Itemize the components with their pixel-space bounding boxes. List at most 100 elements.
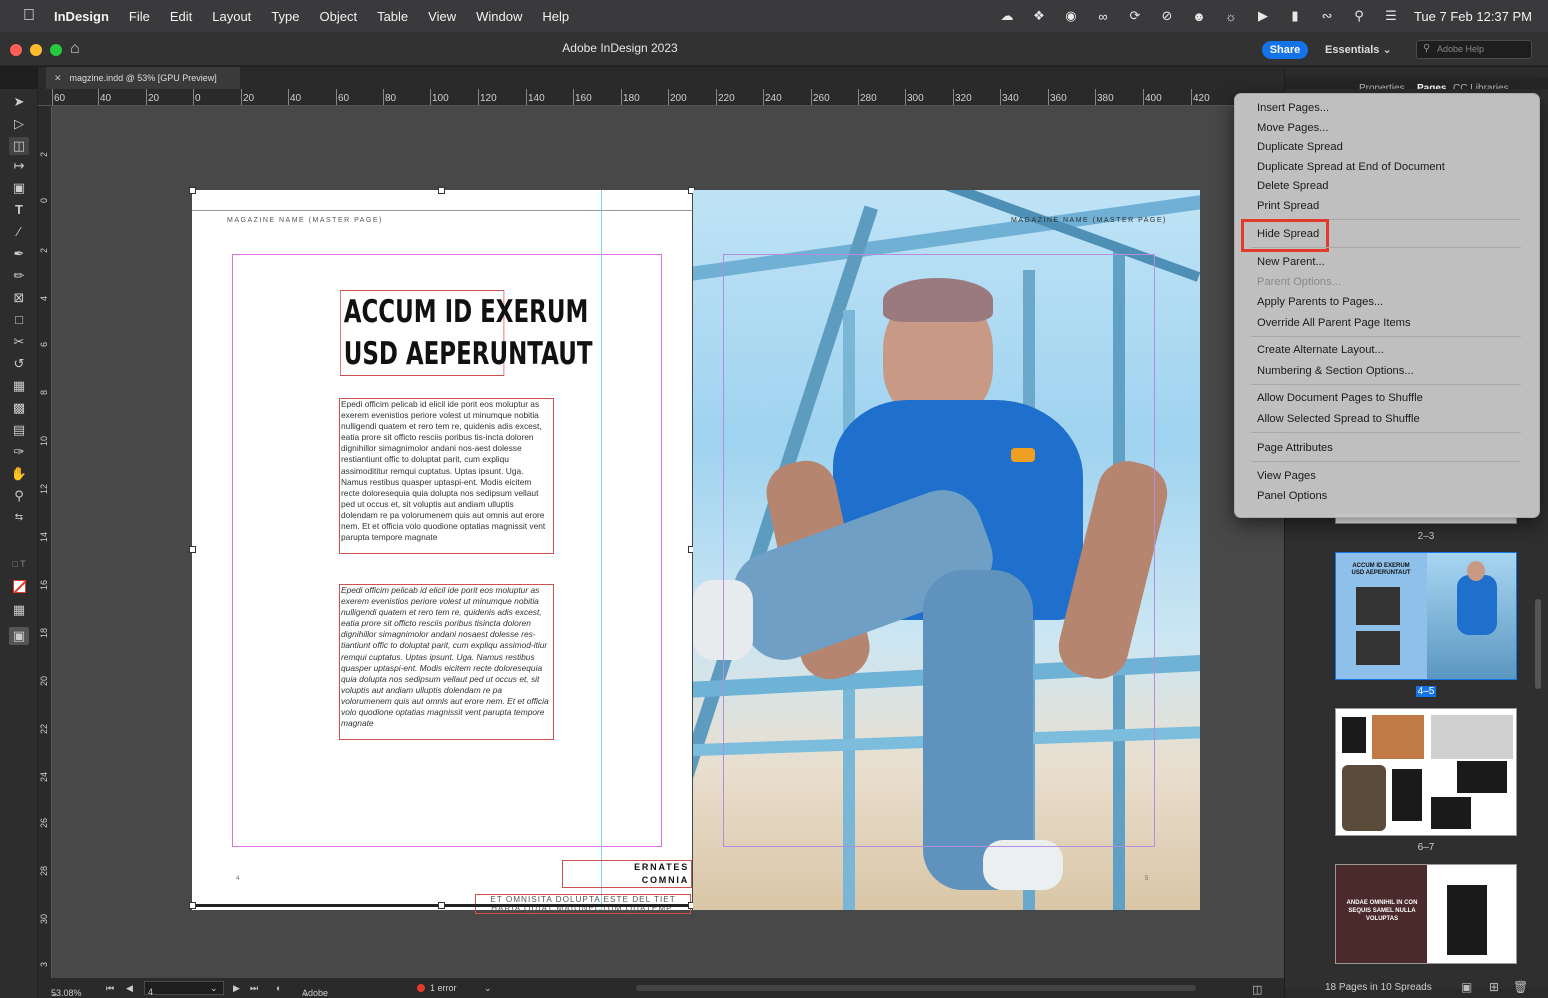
spread-label-2-3[interactable]: 2–3 <box>1335 531 1517 542</box>
right-running-header[interactable]: MAGAZINE NAME (MASTER PAGE) <box>1011 217 1167 224</box>
pages-panel-scrollbar[interactable] <box>1535 599 1541 689</box>
weather-icon[interactable]: ☼ <box>1222 8 1240 24</box>
menu-view[interactable]: View <box>418 9 466 24</box>
page-tool-icon[interactable]: ◫ <box>9 137 29 155</box>
body-text-frame-1[interactable]: Epedi officim pelicab id elicil ide pori… <box>339 398 554 554</box>
gap-tool-icon[interactable]: ↦ <box>9 157 29 175</box>
search-icon[interactable]: ⚲ <box>1350 8 1368 24</box>
open-page-icon[interactable]: ◐ <box>276 983 281 993</box>
type-tool-icon[interactable]: T <box>9 201 29 219</box>
preflight-errors[interactable]: 1 error <box>430 983 457 993</box>
right-page-number[interactable]: 5 <box>1145 876 1148 882</box>
share-button[interactable]: Share <box>1262 41 1308 59</box>
pen-tool-icon[interactable]: ✒ <box>9 245 29 263</box>
menu-item-move-pages[interactable]: Move Pages... <box>1257 122 1329 134</box>
close-tab-icon[interactable]: ✕ <box>54 73 62 83</box>
menu-object[interactable]: Object <box>310 9 368 24</box>
swap-colors-icon[interactable]: ⇆ <box>9 509 29 527</box>
eyedropper-tool-icon[interactable]: ✑ <box>9 443 29 461</box>
gradient-feather-icon[interactable]: ▩ <box>9 399 29 417</box>
adobe-help-search[interactable]: ⚲ Adobe Help <box>1416 40 1532 59</box>
menu-item-allow-document-shuffle[interactable]: Allow Document Pages to Shuffle <box>1257 392 1423 404</box>
menu-item-panel-options[interactable]: Panel Options <box>1257 490 1327 502</box>
sync-icon[interactable]: ⟳ <box>1126 8 1144 24</box>
selection-tool-icon[interactable]: ➤ <box>9 93 29 111</box>
formatting-affects-icon[interactable]: □ T <box>9 555 29 573</box>
last-page-icon[interactable]: ⏭ <box>250 983 258 994</box>
spread-thumbnail-4-5[interactable]: ACCUM ID EXERUM USD AEPERUNTAUT <box>1335 552 1517 680</box>
menu-type[interactable]: Type <box>261 9 309 24</box>
pencil-tool-icon[interactable]: ✏ <box>9 267 29 285</box>
user-icon[interactable]: ☻ <box>1190 8 1208 24</box>
rectangle-tool-icon[interactable]: □ <box>9 311 29 329</box>
menu-item-hide-spread[interactable]: Hide Spread <box>1257 228 1319 240</box>
selection-handle[interactable] <box>189 902 196 909</box>
menu-item-override-parent-items[interactable]: Override All Parent Page Items <box>1257 317 1411 329</box>
globe-icon[interactable]: ◉ <box>1062 8 1080 24</box>
spread-thumbnail-6-7[interactable] <box>1335 708 1517 836</box>
next-page-icon[interactable]: ▶ <box>233 983 240 994</box>
spread-label-6-7[interactable]: 6–7 <box>1335 842 1517 853</box>
menu-item-delete-spread[interactable]: Delete Spread <box>1257 180 1329 192</box>
menu-item-view-pages[interactable]: View Pages <box>1257 470 1316 482</box>
document-canvas[interactable]: MAGAZINE NAME (MASTER PAGE) ACCUM ID EXE… <box>52 106 1284 978</box>
menu-app-name[interactable]: InDesign <box>44 9 119 24</box>
menu-item-print-spread[interactable]: Print Spread <box>1257 200 1319 212</box>
gradient-tool-icon[interactable]: ▦ <box>9 377 29 395</box>
apple-icon[interactable]:  <box>14 7 44 25</box>
new-page-icon[interactable]: ⊞ <box>1489 980 1499 994</box>
note-tool-icon[interactable]: ▤ <box>9 421 29 439</box>
first-page-icon[interactable]: ⏮ <box>106 983 114 994</box>
wifi-icon[interactable]: ∾ <box>1318 8 1336 24</box>
menu-table[interactable]: Table <box>367 9 418 24</box>
menu-item-duplicate-spread-end[interactable]: Duplicate Spread at End of Document <box>1257 161 1445 173</box>
play-icon[interactable]: ▶ <box>1254 8 1272 24</box>
apply-color-icon[interactable]: ▦ <box>9 601 29 619</box>
left-page-number[interactable]: 4 <box>236 876 239 882</box>
menu-item-create-alternate-layout[interactable]: Create Alternate Layout... <box>1257 344 1384 356</box>
menu-clock[interactable]: Tue 7 Feb 12:37 PM <box>1414 9 1532 24</box>
menu-item-duplicate-spread[interactable]: Duplicate Spread <box>1257 141 1343 153</box>
screen-mode-icon[interactable]: ▣ <box>9 627 29 645</box>
creative-cloud-icon[interactable]: ∞ <box>1094 8 1112 24</box>
hand-tool-icon[interactable]: ✋ <box>9 465 29 483</box>
horizontal-scrollbar[interactable] <box>636 985 1196 991</box>
line-tool-icon[interactable]: ∕ <box>9 223 29 241</box>
edit-page-size-icon[interactable]: ▣ <box>1461 980 1472 994</box>
rectangle-frame-tool-icon[interactable]: ⊠ <box>9 289 29 307</box>
menu-edit[interactable]: Edit <box>160 9 202 24</box>
split-window-icon[interactable]: ◫ <box>1252 983 1262 996</box>
dropbox-icon[interactable]: ❖ <box>1030 8 1048 24</box>
cloud-icon[interactable]: ☁ <box>998 8 1016 24</box>
previous-page-icon[interactable]: ◀ <box>126 983 133 994</box>
circle-slash-icon[interactable]: ⊘ <box>1158 8 1176 24</box>
byline-text-frame[interactable]: ERNATES COMNIA <box>562 860 692 888</box>
delete-page-icon[interactable]: 🗑 <box>1513 980 1528 994</box>
right-page-photo[interactable]: MAGAZINE NAME (MASTER PAGE) 5 <box>693 190 1200 910</box>
chevron-down-icon[interactable]: ⌄ <box>210 983 218 994</box>
selection-handle[interactable] <box>189 546 196 553</box>
left-running-header[interactable]: MAGAZINE NAME (MASTER PAGE) <box>227 217 383 224</box>
left-page[interactable]: MAGAZINE NAME (MASTER PAGE) ACCUM ID EXE… <box>189 187 695 914</box>
menu-window[interactable]: Window <box>466 9 532 24</box>
spread-label-4-5[interactable]: 4–5 <box>1335 686 1517 697</box>
selection-handle[interactable] <box>189 187 196 194</box>
chevron-down-icon[interactable]: ⌄ <box>484 983 492 994</box>
workspace-switcher[interactable]: Essentials ⌄ <box>1325 43 1392 56</box>
menu-layout[interactable]: Layout <box>202 9 261 24</box>
horizontal-ruler[interactable]: 60 40 20 0 20 40 60 80 100 120 140 160 1… <box>38 89 1284 106</box>
selection-handle[interactable] <box>438 187 445 194</box>
menu-item-apply-parents[interactable]: Apply Parents to Pages... <box>1257 296 1383 308</box>
menu-item-insert-pages[interactable]: Insert Pages... <box>1257 102 1329 114</box>
scissors-tool-icon[interactable]: ✂ <box>9 333 29 351</box>
direct-selection-tool-icon[interactable]: ▷ <box>9 115 29 133</box>
menu-item-allow-spread-shuffle[interactable]: Allow Selected Spread to Shuffle <box>1257 413 1420 425</box>
control-center-icon[interactable]: ☰ <box>1382 8 1400 24</box>
zoom-tool-icon[interactable]: ⚲ <box>9 487 29 505</box>
document-tab[interactable]: ✕ magzine.indd @ 53% [GPU Preview] <box>46 67 240 89</box>
menu-item-numbering-section[interactable]: Numbering & Section Options... <box>1257 365 1414 377</box>
content-collector-icon[interactable]: ▣ <box>9 179 29 197</box>
body-text-frame-2[interactable]: Epedi officim pelicab id elicil ide pori… <box>339 584 554 740</box>
spread-thumbnail-8-9[interactable]: ANDAE OMNIHIL IN CON SEQUIS SAMEL NULLA … <box>1335 864 1517 964</box>
selection-handle[interactable] <box>438 902 445 909</box>
